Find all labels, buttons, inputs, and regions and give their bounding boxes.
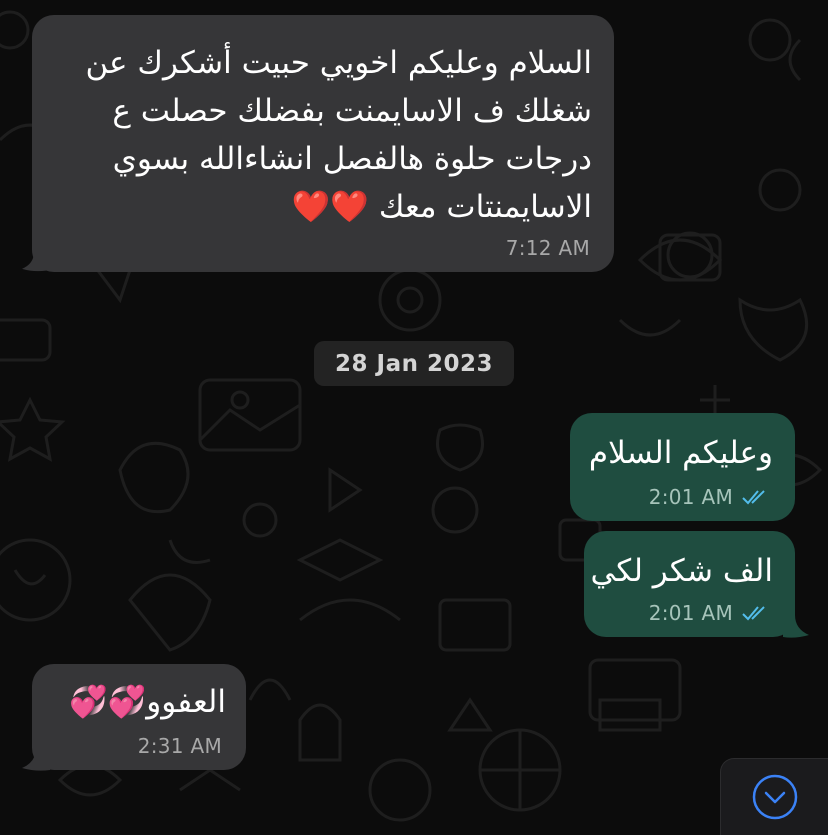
message-meta: 2:01 AM <box>649 601 771 625</box>
incoming-message-bubble[interactable]: العفوو💞💞 2:31 AM <box>32 664 246 770</box>
message-text: العفوو💞💞 <box>69 684 226 720</box>
message-meta: 2:31 AM <box>138 734 222 758</box>
bubble-tail <box>22 251 46 272</box>
incoming-message-bubble[interactable]: السلام وعليكم اخويي حبيت أشكرك عن شغلك ف… <box>32 15 614 272</box>
message-text: السلام وعليكم اخويي حبيت أشكرك عن شغلك ف… <box>32 39 592 231</box>
double-check-read-icon <box>742 606 765 621</box>
bubble-tail <box>22 748 50 771</box>
outgoing-message-bubble[interactable]: وعليكم السلام 2:01 AM <box>570 413 795 521</box>
message-line: درجات حلوة هالفصل انشاءالله بسوي <box>112 141 592 177</box>
message-text: الف شكر لكي <box>590 553 773 589</box>
bubble-tail <box>783 615 809 638</box>
message-time: 2:01 AM <box>648 601 733 625</box>
message-line: السلام وعليكم اخويي حبيت أشكرك عن <box>85 45 592 81</box>
date-separator: 28 Jan 2023 <box>314 341 514 386</box>
message-time: 2:01 AM <box>648 485 733 509</box>
message-text: وعليكم السلام <box>588 435 773 471</box>
message-line: شغلك ف الاسايمنت بفضلك حصلت ع <box>112 93 592 129</box>
scroll-to-bottom-button[interactable] <box>720 758 828 835</box>
message-meta: 2:01 AM <box>649 485 771 509</box>
message-line: الاسايمنتات معك ❤️❤️ <box>291 189 592 225</box>
message-time: 2:31 AM <box>137 734 222 758</box>
outgoing-message-bubble[interactable]: الف شكر لكي 2:01 AM <box>584 531 795 637</box>
double-check-read-icon <box>742 490 765 505</box>
message-time: 7:12 AM <box>505 236 590 260</box>
chevron-down-circle-icon <box>752 774 797 820</box>
message-meta: 7:12 AM <box>506 236 590 260</box>
